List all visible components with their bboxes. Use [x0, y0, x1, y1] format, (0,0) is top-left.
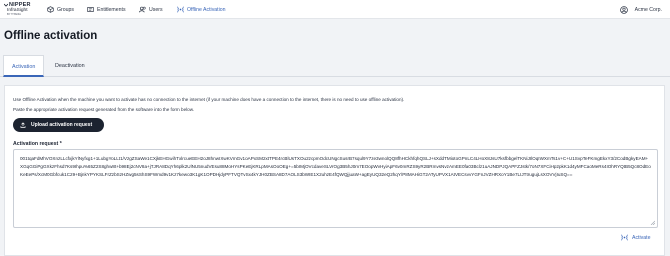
tab-bar: Activation Deactivation	[0, 55, 670, 77]
tab-deactivation[interactable]: Deactivation	[47, 55, 93, 77]
nav-item-label: Entitlements	[97, 6, 126, 13]
users-icon	[139, 6, 146, 13]
upload-activation-request-button[interactable]: Upload activation request	[13, 118, 104, 132]
activation-request-value: 001tqaFdMhVOXnzLLcfxjkYlNyfxg1+1LubgYoLL…	[20, 156, 651, 177]
activate-button-label: Activate	[632, 234, 651, 241]
account-name: Acme Corp.	[634, 6, 662, 13]
account-menu[interactable]: Acme Corp.	[619, 0, 662, 19]
upload-button-label: Upload activation request	[31, 122, 93, 128]
nav-item-entitlements[interactable]: Entitlements	[87, 0, 126, 19]
entitlements-icon	[87, 7, 94, 12]
page-title: Offline activation	[4, 30, 98, 42]
activate-icon	[621, 234, 628, 241]
activate-button[interactable]: Activate	[621, 234, 650, 241]
nav-item-offline-activation[interactable]: Offline Activation	[177, 0, 226, 19]
account-icon	[619, 5, 628, 14]
nav-item-label: Users	[149, 6, 163, 13]
nav-item-label: Groups	[57, 6, 75, 13]
activation-request-textarea[interactable]: 001tqaFdMhVOXnzLLcfxjkYlNyfxg1+1LubgYoLL…	[13, 149, 658, 228]
tab-activation[interactable]: Activation	[3, 55, 45, 77]
resize-handle-icon[interactable]	[650, 220, 655, 225]
groups-icon	[47, 6, 54, 13]
activation-request-label: Activation request *	[13, 141, 62, 147]
nav-item-groups[interactable]: Groups	[47, 0, 74, 19]
paste-instructions-text: Paste the appropriate activation request…	[13, 107, 195, 112]
nav-item-label: Offline Activation	[187, 6, 226, 13]
logo-mark-icon	[4, 3, 8, 7]
nipper-infrasight-logo[interactable]: NIPPER InfraSight BY TITANIA	[4, 2, 44, 18]
top-navigation-bar: NIPPER InfraSight BY TITANIA Groups Enti…	[0, 0, 670, 19]
brand-tagline: BY TITANIA	[7, 13, 21, 16]
upload-icon	[20, 122, 26, 128]
offline-activation-icon	[177, 6, 184, 13]
nav-item-users[interactable]: Users	[139, 0, 163, 19]
instructions-text: Use Offline Activation when the machine …	[13, 97, 405, 102]
activation-panel: Use Offline Activation when the machine …	[4, 85, 665, 256]
